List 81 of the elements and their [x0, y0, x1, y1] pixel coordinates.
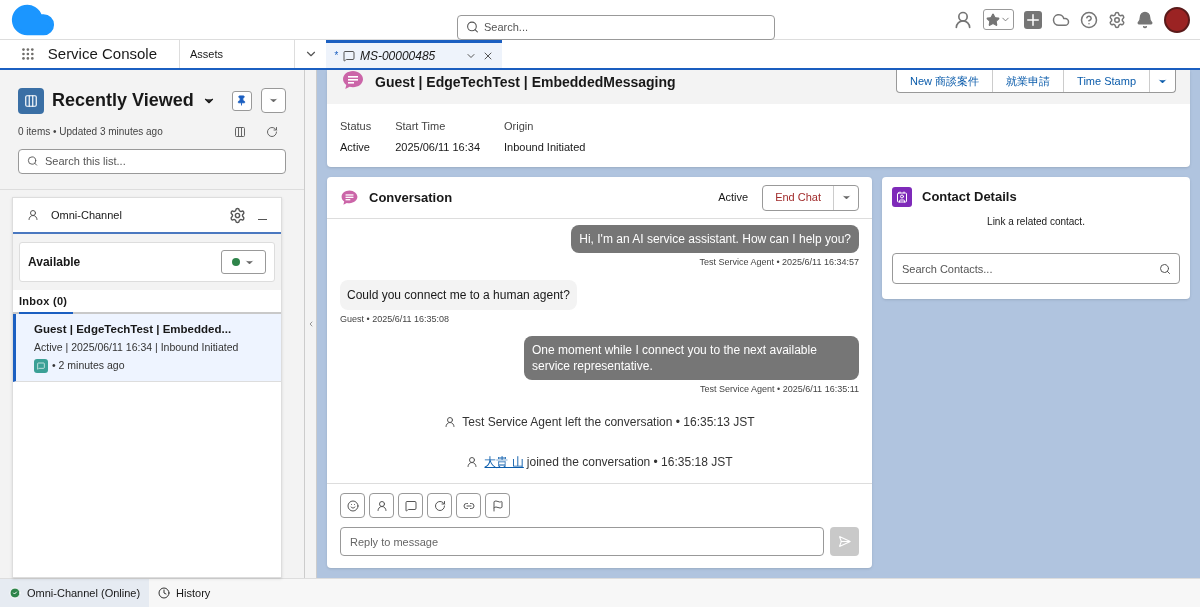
utility-item[interactable]: Omni-Channel (Online) [0, 579, 150, 607]
app-name: Service Console [47, 43, 157, 64]
object-tab[interactable]: Assets [180, 40, 295, 68]
unsaved-marker: * [334, 49, 338, 63]
work-item-age: • 2 minutes ago [52, 358, 125, 373]
emoji-button[interactable] [340, 493, 365, 518]
message-meta: Guest • 2025/6/11 16:35:08 [340, 312, 450, 326]
global-search-field[interactable]: Search... [457, 14, 775, 40]
contact-icon [892, 187, 912, 207]
action-button[interactable]: New 商談案件 [897, 70, 994, 92]
help-icon[interactable] [1080, 10, 1098, 29]
favorites-button[interactable] [983, 9, 1014, 30]
conversation-event: Test Service Agent left the conversation • 16:35:13 JST [462, 413, 755, 431]
workspace-tab[interactable]: * MS-00000485 [326, 40, 502, 68]
display-as-icon[interactable] [234, 125, 246, 138]
reply-field[interactable]: Reply to message [340, 527, 824, 556]
reopen-button[interactable] [427, 493, 452, 518]
list-meta: 0 items • Updated 3 minutes ago [18, 125, 163, 139]
utility-item[interactable]: History [149, 579, 220, 607]
messaging-icon [342, 49, 355, 62]
notifications-icon[interactable] [1136, 10, 1154, 29]
quick-text-button[interactable] [398, 493, 423, 518]
check-icon [9, 587, 21, 599]
search-icon [1159, 262, 1171, 275]
list-view-icon [18, 87, 44, 114]
action-button[interactable]: 就業申請 [993, 70, 1065, 92]
refresh-icon[interactable] [266, 125, 278, 138]
pin-button[interactable] [231, 90, 252, 111]
user-avatar[interactable] [1164, 6, 1190, 33]
clock-icon [158, 587, 171, 599]
smiley-icon [346, 499, 359, 512]
chat-bubble-icon [340, 188, 359, 207]
contact-search-field[interactable]: Search Contacts... [892, 253, 1180, 284]
person-icon [375, 499, 388, 512]
message-meta: Test Service Agent • 2025/6/11 16:35:11 [700, 383, 859, 396]
field-label: Start Time [395, 119, 447, 134]
flag-button[interactable] [485, 493, 510, 518]
attach-button[interactable] [456, 493, 481, 518]
list-actions-button[interactable] [261, 88, 286, 113]
chat-status: Active [718, 190, 749, 206]
omni-channel-icon [27, 209, 39, 221]
tab-label: MS-00000485 [359, 47, 436, 65]
settings-icon[interactable] [1108, 10, 1126, 29]
work-item-title: Guest | EdgeTechTest | Embedded... [34, 322, 233, 337]
message-meta: Test Service Agent • 2025/6/11 16:34:57 [699, 256, 859, 269]
record-title: Guest | EdgeTechTest | EmbeddedMessaging [375, 73, 676, 92]
field-label: Origin [504, 119, 535, 134]
action-button[interactable]: Time Stamp [1064, 70, 1150, 92]
rotate-icon [433, 499, 446, 512]
list-view-title[interactable]: Recently Viewed [52, 87, 194, 114]
list-search-field[interactable]: Search this list... [18, 148, 286, 174]
field-value: Inbound Initiated [504, 139, 586, 155]
add-icon[interactable] [1024, 10, 1042, 29]
pin-icon [236, 95, 248, 106]
guest-message: Could you connect me to a human agent? [340, 279, 577, 310]
person-icon [466, 455, 479, 468]
field-value: 2025/06/11 16:34 [395, 139, 480, 155]
contact-hint: Link a related contact. [986, 215, 1086, 229]
app-launcher-icon[interactable] [22, 46, 34, 62]
card-title: Contact Details [922, 188, 1017, 207]
field-label: Status [340, 119, 372, 134]
work-item-details: Active | 2025/06/11 16:34 | Inbound Initiated [34, 340, 240, 356]
agent-message: Hi, I'm an AI service assistant. How can I help you? [571, 225, 859, 253]
field-value: Active [340, 139, 371, 155]
work-item[interactable]: Guest | EdgeTechTest | Embedded... Active | 2025/06/11 16:34 | Inbound Initiated • 2 minutes ago [13, 314, 281, 382]
omni-channel-title: Omni-Channel [51, 207, 122, 223]
flag-icon [491, 499, 504, 512]
settings-icon[interactable] [229, 206, 246, 224]
presence-status: Available [28, 254, 81, 271]
conversation-event: 大貴 山 joined the conversation • 16:35:18 JST [484, 453, 733, 471]
agent-link[interactable]: 大貴 山 [484, 454, 524, 469]
chat-icon [404, 499, 417, 512]
card-title: Conversation [369, 188, 453, 207]
person-icon [444, 415, 457, 428]
agent-message: One moment while I connect you to the next available service representative. [524, 336, 859, 380]
transfer-button[interactable] [369, 493, 394, 518]
send-icon [838, 535, 851, 548]
messaging-icon [34, 358, 48, 373]
minimize-icon[interactable] [258, 218, 267, 220]
star-icon [986, 12, 1000, 27]
status-dropdown[interactable] [221, 250, 266, 274]
